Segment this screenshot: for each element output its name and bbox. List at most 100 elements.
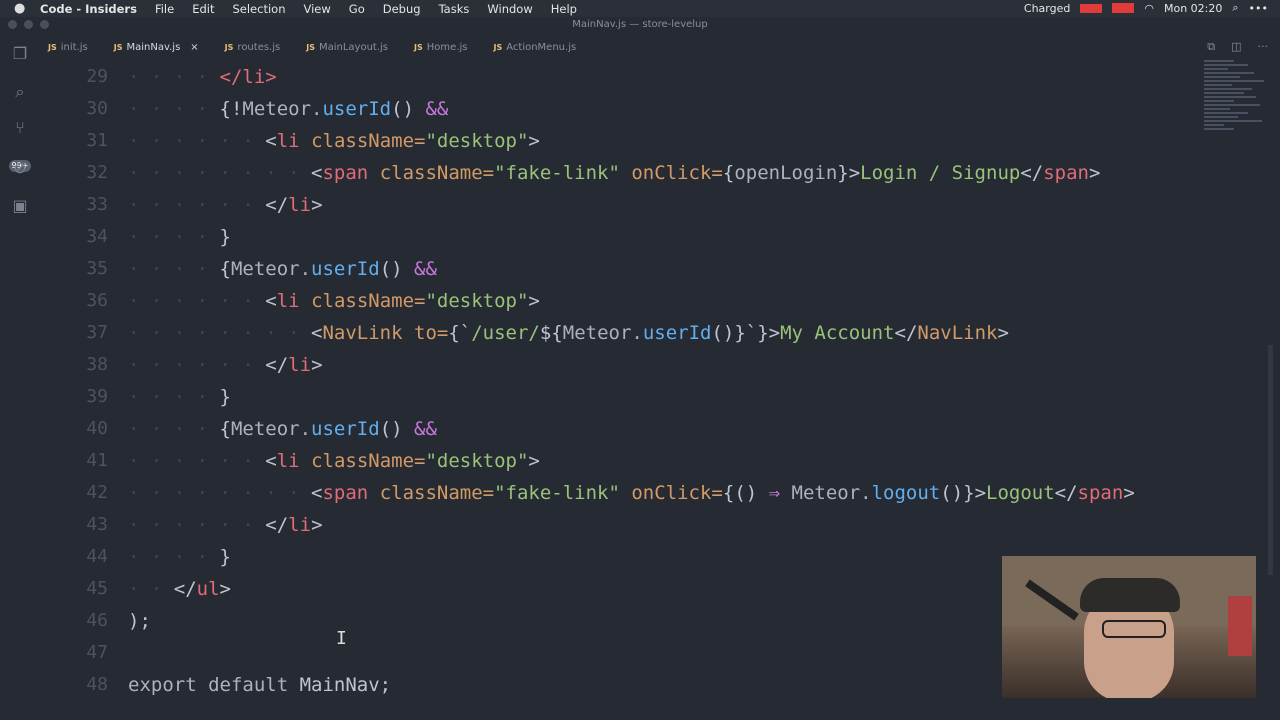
tab-home[interactable]: JS Home.js <box>414 42 467 53</box>
code-line[interactable]: 38 · · · · · · </li> <box>40 354 1200 386</box>
search-view-icon[interactable]: ⌕ <box>10 82 30 102</box>
code-text: · · · · · · </li> <box>128 514 323 536</box>
close-tab-icon[interactable]: × <box>190 42 198 53</box>
code-text: ); <box>128 610 151 632</box>
activity-monitor-icon[interactable] <box>1112 3 1135 13</box>
code-token: · · · · · · · · <box>128 162 312 184</box>
code-line[interactable]: 39 · · · · } <box>40 386 1200 418</box>
code-token: li <box>276 450 312 472</box>
debug-icon[interactable]: ⊘ <box>10 158 30 178</box>
code-token: > <box>1123 482 1135 504</box>
code-token: openLogin <box>734 162 838 184</box>
line-number: 29 <box>86 66 108 87</box>
menu-tasks[interactable]: Tasks <box>439 2 470 16</box>
minimize-window-icon[interactable] <box>24 20 33 29</box>
menu-help[interactable]: Help <box>551 2 577 16</box>
code-token: className= <box>379 482 495 504</box>
code-token: "desktop" <box>425 290 529 312</box>
code-text: · · · · {Meteor.userId() && <box>128 258 437 280</box>
code-token: </ <box>265 514 289 536</box>
menu-edit[interactable]: Edit <box>192 2 214 16</box>
code-token: span <box>322 482 380 504</box>
code-text: · · · · {Meteor.userId() && <box>128 418 437 440</box>
code-token: } <box>219 226 231 248</box>
code-line[interactable]: 30 · · · · {!Meteor.userId() && <box>40 98 1200 130</box>
tab-actionmenu[interactable]: JS ActionMenu.js <box>493 42 576 53</box>
tab-init[interactable]: JS init.js <box>48 42 88 53</box>
open-changes-icon[interactable]: ⧉ <box>1207 40 1215 54</box>
code-line[interactable]: 34 · · · · } <box>40 226 1200 258</box>
tab-label: init.js <box>60 41 88 53</box>
close-window-icon[interactable] <box>8 20 17 29</box>
code-token: > <box>311 354 323 376</box>
code-token: {! <box>219 98 243 120</box>
zoom-window-icon[interactable] <box>40 20 49 29</box>
menu-file[interactable]: File <box>155 2 174 16</box>
tab-mainnav[interactable]: JS MainNav.js × <box>114 42 199 53</box>
code-line[interactable]: 35 · · · · {Meteor.userId() && <box>40 258 1200 290</box>
code-line[interactable]: 32 · · · · · · · · <span className="fake-… <box>40 162 1200 194</box>
activity-bar: ❐ ⌕ ⑂ 99+ ⊘ ▣ <box>0 32 40 720</box>
source-control-icon[interactable]: ⑂ <box>10 118 30 138</box>
code-token: · · · · · · <box>128 194 266 216</box>
window-controls <box>8 20 49 29</box>
menu-selection[interactable]: Selection <box>232 2 285 16</box>
wifi-icon[interactable]: ◠ <box>1144 2 1154 15</box>
menu-window[interactable]: Window <box>487 2 532 16</box>
code-text: · · · · · · · · <span className="fake-li… <box>128 482 1135 504</box>
code-token: userId <box>311 418 380 440</box>
status-text[interactable]: Charged <box>1024 2 1070 15</box>
code-token: ()}> <box>940 482 987 504</box>
code-text: · · · · · · </li> <box>128 194 323 216</box>
minimap[interactable] <box>1204 60 1270 140</box>
app-menu[interactable]: Code - Insiders <box>40 2 137 16</box>
split-editor-icon[interactable]: ◫ <box>1231 40 1241 54</box>
code-token: to= <box>414 322 449 344</box>
code-token: · · · · <box>128 258 220 280</box>
line-number: 43 <box>86 514 108 535</box>
code-line[interactable]: 41 · · · · · · <li className="desktop"> <box>40 450 1200 482</box>
code-token: </ <box>894 322 918 344</box>
code-token: onClick= <box>631 162 723 184</box>
code-line[interactable]: 31 · · · · · · <li className="desktop"> <box>40 130 1200 162</box>
code-token: · · · · · · <box>128 354 266 376</box>
code-line[interactable]: 43 · · · · · · </li> <box>40 514 1200 546</box>
code-token: · · · · · · <box>128 290 266 312</box>
extensions-icon[interactable]: ▣ <box>10 196 30 216</box>
code-token: < <box>265 130 277 152</box>
code-line[interactable]: 33 · · · · · · </li> <box>40 194 1200 226</box>
battery-icon[interactable] <box>1080 3 1103 13</box>
vertical-scrollbar[interactable] <box>1268 345 1273 575</box>
code-token: export default <box>128 674 300 696</box>
line-number: 45 <box>86 578 108 599</box>
code-token: "desktop" <box>425 130 529 152</box>
menu-go[interactable]: Go <box>349 2 365 16</box>
apple-icon[interactable]: ● <box>14 1 28 16</box>
clock[interactable]: Mon 02:20 <box>1164 2 1222 15</box>
more-icon[interactable]: ••• <box>1249 2 1268 15</box>
code-token: span <box>1043 162 1089 184</box>
code-token: Meteor. <box>791 482 872 504</box>
webcam-overlay <box>1002 556 1256 698</box>
line-number: 33 <box>86 194 108 215</box>
code-line[interactable]: 29 · · · · </li> <box>40 66 1200 98</box>
tab-mainlayout[interactable]: JS MainLayout.js <box>306 42 388 53</box>
code-line[interactable]: 36 · · · · · · <li className="desktop"> <box>40 290 1200 322</box>
code-token: className= <box>311 450 426 472</box>
code-token: · · · · · · · · <box>128 322 312 344</box>
code-line[interactable]: 37 · · · · · · · · <NavLink to={`/user/${… <box>40 322 1200 354</box>
code-line[interactable]: 40 · · · · {Meteor.userId() && <box>40 418 1200 450</box>
menu-debug[interactable]: Debug <box>383 2 421 16</box>
code-text: · · · · · · · · <span className="fake-li… <box>128 162 1100 184</box>
code-token: className= <box>379 162 495 184</box>
menu-view[interactable]: View <box>303 2 330 16</box>
line-number: 44 <box>86 546 108 567</box>
code-line[interactable]: 42 · · · · · · · · <span className="fake-… <box>40 482 1200 514</box>
code-token: ()}`}> <box>711 322 781 344</box>
explorer-icon[interactable]: ❐ <box>10 44 30 64</box>
line-number: 37 <box>86 322 108 343</box>
search-icon[interactable]: ⌕ <box>1232 1 1238 15</box>
more-actions-icon[interactable]: ··· <box>1258 40 1269 54</box>
tab-routes[interactable]: JS routes.js <box>225 42 281 53</box>
code-token: · · · · <box>128 418 220 440</box>
